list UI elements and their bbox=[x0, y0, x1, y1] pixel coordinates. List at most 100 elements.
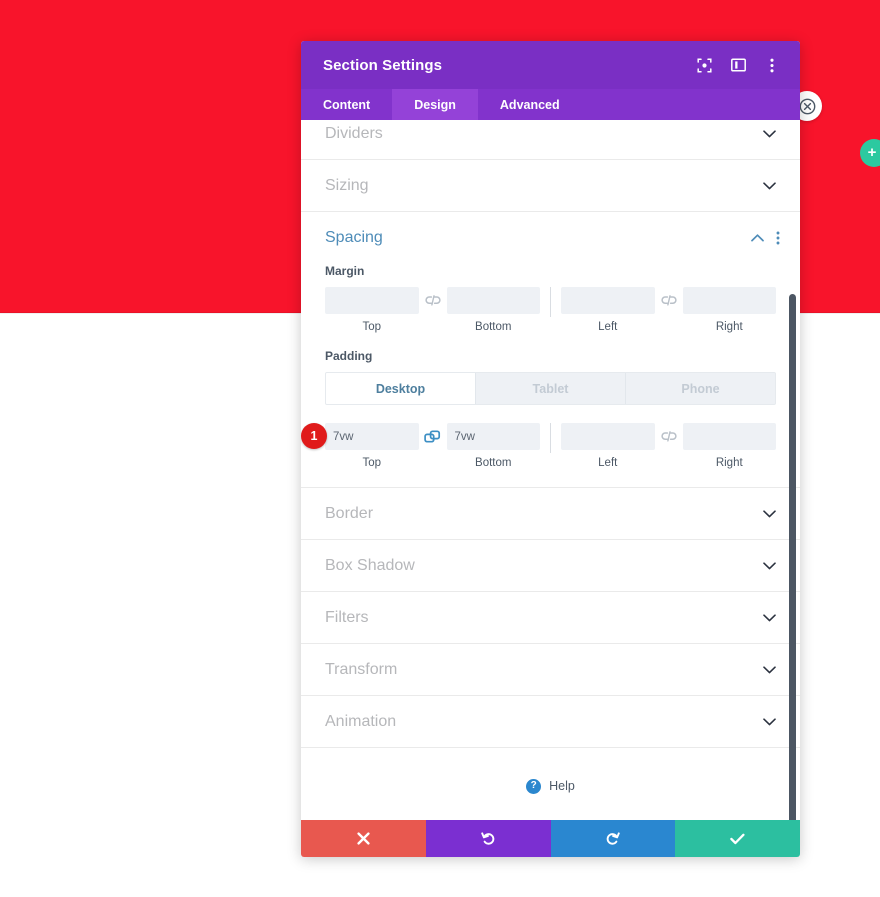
accordion-row-box-shadow[interactable]: Box Shadow bbox=[301, 540, 800, 592]
undo-button[interactable] bbox=[425, 820, 551, 857]
padding-top-caption: Top bbox=[362, 457, 382, 469]
padding-quad: 1 Top bbox=[301, 423, 776, 469]
spacing-header[interactable]: Spacing bbox=[301, 212, 800, 264]
modal-scrollbar-thumb[interactable] bbox=[789, 294, 796, 820]
margin-left-caption: Left bbox=[598, 321, 618, 333]
margin-horizontal-link-broken-icon[interactable] bbox=[655, 287, 683, 314]
accordion-label: Filters bbox=[325, 608, 369, 626]
margin-left-input[interactable] bbox=[561, 287, 655, 314]
padding-block: Padding Desktop Tablet Phone 1 7vw Top 7… bbox=[301, 349, 776, 469]
padding-left-input[interactable] bbox=[561, 423, 655, 450]
modal-header-actions bbox=[696, 57, 780, 73]
question-circle-icon: ? bbox=[526, 778, 542, 794]
check-icon bbox=[730, 833, 745, 844]
margin-top-input[interactable] bbox=[325, 287, 419, 314]
close-circle-icon bbox=[799, 98, 815, 114]
plus-icon: + bbox=[867, 143, 877, 161]
page-add-module-button[interactable]: + bbox=[860, 139, 880, 167]
chevron-down-icon bbox=[763, 509, 776, 518]
padding-right-caption: Right bbox=[715, 457, 743, 469]
chevron-down-icon bbox=[763, 129, 776, 138]
accordion-row-filters[interactable]: Filters bbox=[301, 592, 800, 644]
margin-quad: Top Bottom Left Right bbox=[325, 287, 776, 333]
padding-bottom-cell: Bottom bbox=[446, 423, 540, 469]
padding-vertical-group: Top bbox=[325, 423, 540, 469]
padding-top-cell: Top bbox=[325, 423, 419, 469]
margin-bottom-input[interactable] bbox=[446, 287, 540, 314]
padding-horizontal-link-broken-icon[interactable] bbox=[655, 423, 683, 450]
save-button[interactable] bbox=[675, 820, 800, 857]
accordion-label: Sizing bbox=[325, 176, 369, 194]
padding-bottom-input[interactable] bbox=[446, 423, 540, 450]
chevron-down-icon bbox=[763, 665, 776, 674]
padding-device-toggle: Desktop Tablet Phone bbox=[325, 372, 776, 405]
more-vertical-icon[interactable] bbox=[764, 57, 780, 73]
accordion-row-sizing[interactable]: Sizing bbox=[301, 160, 800, 212]
chevron-up-icon[interactable] bbox=[751, 234, 764, 242]
settings-accordion: Dividers Sizing Spacing Margin Top Botto… bbox=[301, 120, 800, 820]
accordion-label: Box Shadow bbox=[325, 556, 415, 574]
redo-button[interactable] bbox=[550, 820, 676, 857]
margin-label: Margin bbox=[325, 264, 365, 278]
margin-bottom-cell: Bottom bbox=[446, 287, 540, 333]
device-option-desktop[interactable]: Desktop bbox=[326, 373, 476, 404]
redo-icon bbox=[607, 832, 621, 845]
help-label: Help bbox=[549, 779, 575, 793]
margin-right-input[interactable] bbox=[682, 287, 776, 314]
margin-right-cell: Right bbox=[682, 287, 776, 333]
margin-vertical-group: Top Bottom bbox=[325, 287, 540, 333]
padding-vertical-link-active-icon[interactable] bbox=[419, 423, 447, 450]
margin-horizontal-group: Left Right bbox=[561, 287, 776, 333]
accordion-label: Border bbox=[325, 504, 374, 522]
padding-right-input[interactable] bbox=[682, 423, 776, 450]
step-badge: 1 bbox=[301, 423, 327, 449]
margin-top-caption: Top bbox=[362, 321, 382, 333]
spacing-title: Spacing bbox=[325, 229, 383, 246]
cancel-button[interactable] bbox=[301, 820, 426, 857]
padding-horizontal-group: Left Right bbox=[561, 423, 776, 469]
chevron-down-icon bbox=[763, 717, 776, 726]
close-icon bbox=[357, 832, 370, 845]
tab-advanced[interactable]: Advanced bbox=[478, 89, 582, 120]
modal-tabs: Content Design Advanced bbox=[301, 89, 800, 120]
more-vertical-icon[interactable] bbox=[776, 231, 780, 245]
accordion-section-spacing: Spacing Margin Top Bottom Left Right Pad… bbox=[301, 212, 800, 488]
padding-left-caption: Left bbox=[598, 457, 618, 469]
accordion-row-animation[interactable]: Animation bbox=[301, 696, 800, 748]
padding-label: Padding bbox=[325, 349, 373, 363]
tab-content[interactable]: Content bbox=[301, 89, 392, 120]
chevron-down-icon bbox=[763, 181, 776, 190]
undo-icon bbox=[480, 832, 494, 845]
device-option-phone[interactable]: Phone bbox=[626, 373, 775, 404]
padding-bottom-caption: Bottom bbox=[475, 457, 512, 469]
margin-bottom-caption: Bottom bbox=[475, 321, 512, 333]
help-row[interactable]: ? Help bbox=[301, 748, 800, 820]
accordion-row-dividers[interactable]: Dividers bbox=[301, 120, 800, 160]
accordion-label: Animation bbox=[325, 712, 397, 730]
tab-design[interactable]: Design bbox=[392, 89, 478, 120]
device-option-tablet[interactable]: Tablet bbox=[476, 373, 626, 404]
modal-body: Dividers Sizing Spacing Margin Top Botto… bbox=[301, 120, 800, 820]
chevron-down-icon bbox=[763, 561, 776, 570]
margin-right-caption: Right bbox=[715, 321, 743, 333]
section-settings-modal: Section Settings Content Design Advanced… bbox=[301, 41, 800, 857]
modal-scrollbar[interactable] bbox=[789, 294, 796, 820]
margin-vertical-link-broken-icon[interactable] bbox=[419, 287, 447, 314]
accordion-row-transform[interactable]: Transform bbox=[301, 644, 800, 696]
margin-group-divider bbox=[550, 287, 551, 317]
spacing-content: Margin Top Bottom Left Right Padding Des… bbox=[301, 264, 800, 487]
accordion-row-border[interactable]: Border bbox=[301, 488, 800, 540]
screenshot-root: + Section Settings Content Design Advanc… bbox=[0, 0, 880, 897]
padding-right-cell: Right bbox=[682, 423, 776, 469]
modal-action-bar bbox=[301, 820, 800, 857]
padding-top-input[interactable] bbox=[325, 423, 419, 450]
layout-panel-icon[interactable] bbox=[730, 57, 746, 73]
page-title: Section Settings bbox=[323, 56, 443, 74]
padding-group-divider bbox=[550, 423, 551, 453]
accordion-label: Transform bbox=[325, 660, 398, 678]
margin-left-cell: Left bbox=[561, 287, 655, 333]
accordion-label: Dividers bbox=[325, 124, 383, 142]
focus-target-icon[interactable] bbox=[696, 57, 712, 73]
margin-top-cell: Top bbox=[325, 287, 419, 333]
padding-left-cell: Left bbox=[561, 423, 655, 469]
